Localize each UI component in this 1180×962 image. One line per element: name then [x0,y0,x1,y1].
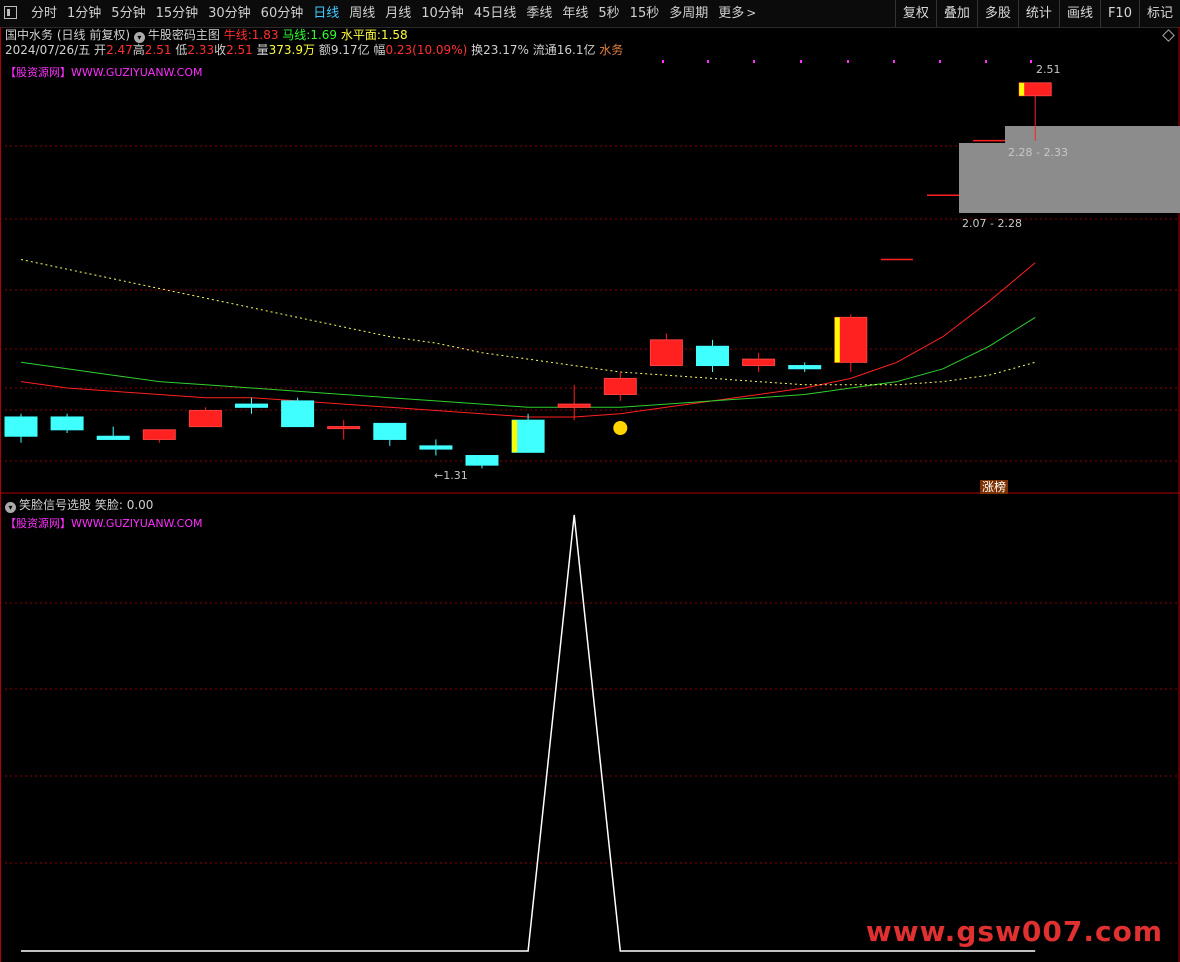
top-marker-6 [939,60,941,63]
candle-body-0 [4,416,38,437]
candle-body-6 [281,400,315,428]
top-marker-8 [1030,60,1032,63]
series-line-2 [20,259,1036,386]
sub-indicator-name[interactable]: 笑脸信号选股 [19,498,91,512]
candle-body-17 [788,365,822,370]
top-marker-2 [753,60,755,63]
top-marker-7 [985,60,987,63]
candle-body-12 [557,403,591,408]
candle-body-13 [603,377,637,395]
candle-body-16 [742,358,776,367]
rank-tag[interactable]: 涨榜 [980,480,1009,494]
candle-body-14 [649,339,683,367]
smile-icon [613,421,628,435]
smile-value: 0.00 [126,498,154,512]
series-line-1 [20,316,1036,408]
candle-body-10 [465,455,499,466]
top-marker-0 [662,60,664,63]
sub-indicator-header: ▾ 笑脸信号选股 笑脸: 0.00 [5,496,153,513]
high-price-label: 2.51 [1036,63,1061,76]
main-site-label: 【股资源网】WWW.GUZIYUANW.COM [5,66,203,79]
top-marker-3 [800,60,802,63]
series-line-0 [20,262,1036,418]
top-marker-5 [893,60,895,63]
candle-body-9 [419,445,453,450]
candle-body-1 [50,416,84,431]
top-marker-1 [707,60,709,63]
low-price-value: 1.31 [443,469,468,482]
low-price-label: ←1.31 [434,469,468,482]
candle-body-8 [373,422,407,440]
zone-box-lower [959,143,1180,213]
zone-lower-label: 2.07 - 2.28 [962,217,1022,230]
candle-body-3 [142,429,176,440]
candle-highlight-18 [834,317,840,363]
smile-signal-line [21,514,1036,952]
sub-indicator-dropdown-icon[interactable]: ▾ [5,502,16,513]
zone-upper-label: 2.28 - 2.33 [1008,146,1068,159]
watermark: www.gsw007.com [865,915,1163,948]
candle-body-5 [235,403,268,408]
candle-highlight-11 [512,420,518,453]
candle-body-4 [188,410,222,428]
stock-chart-app: 分时 1分钟 5分钟 15分钟 30分钟 60分钟 日线 周线 月线 10分钟 45日线 季线 年线 5秒… [0,0,1180,962]
candle-highlight-22 [1019,82,1025,96]
candle-body-15 [696,345,729,367]
candle-body-2 [96,435,130,440]
smile-value-label: 笑脸: [94,498,123,512]
candle-body-7 [327,426,361,430]
sub-site-label: 【股资源网】WWW.GUZIYUANW.COM [5,517,203,530]
top-marker-4 [847,60,849,63]
zone-box-upper [1005,126,1180,143]
